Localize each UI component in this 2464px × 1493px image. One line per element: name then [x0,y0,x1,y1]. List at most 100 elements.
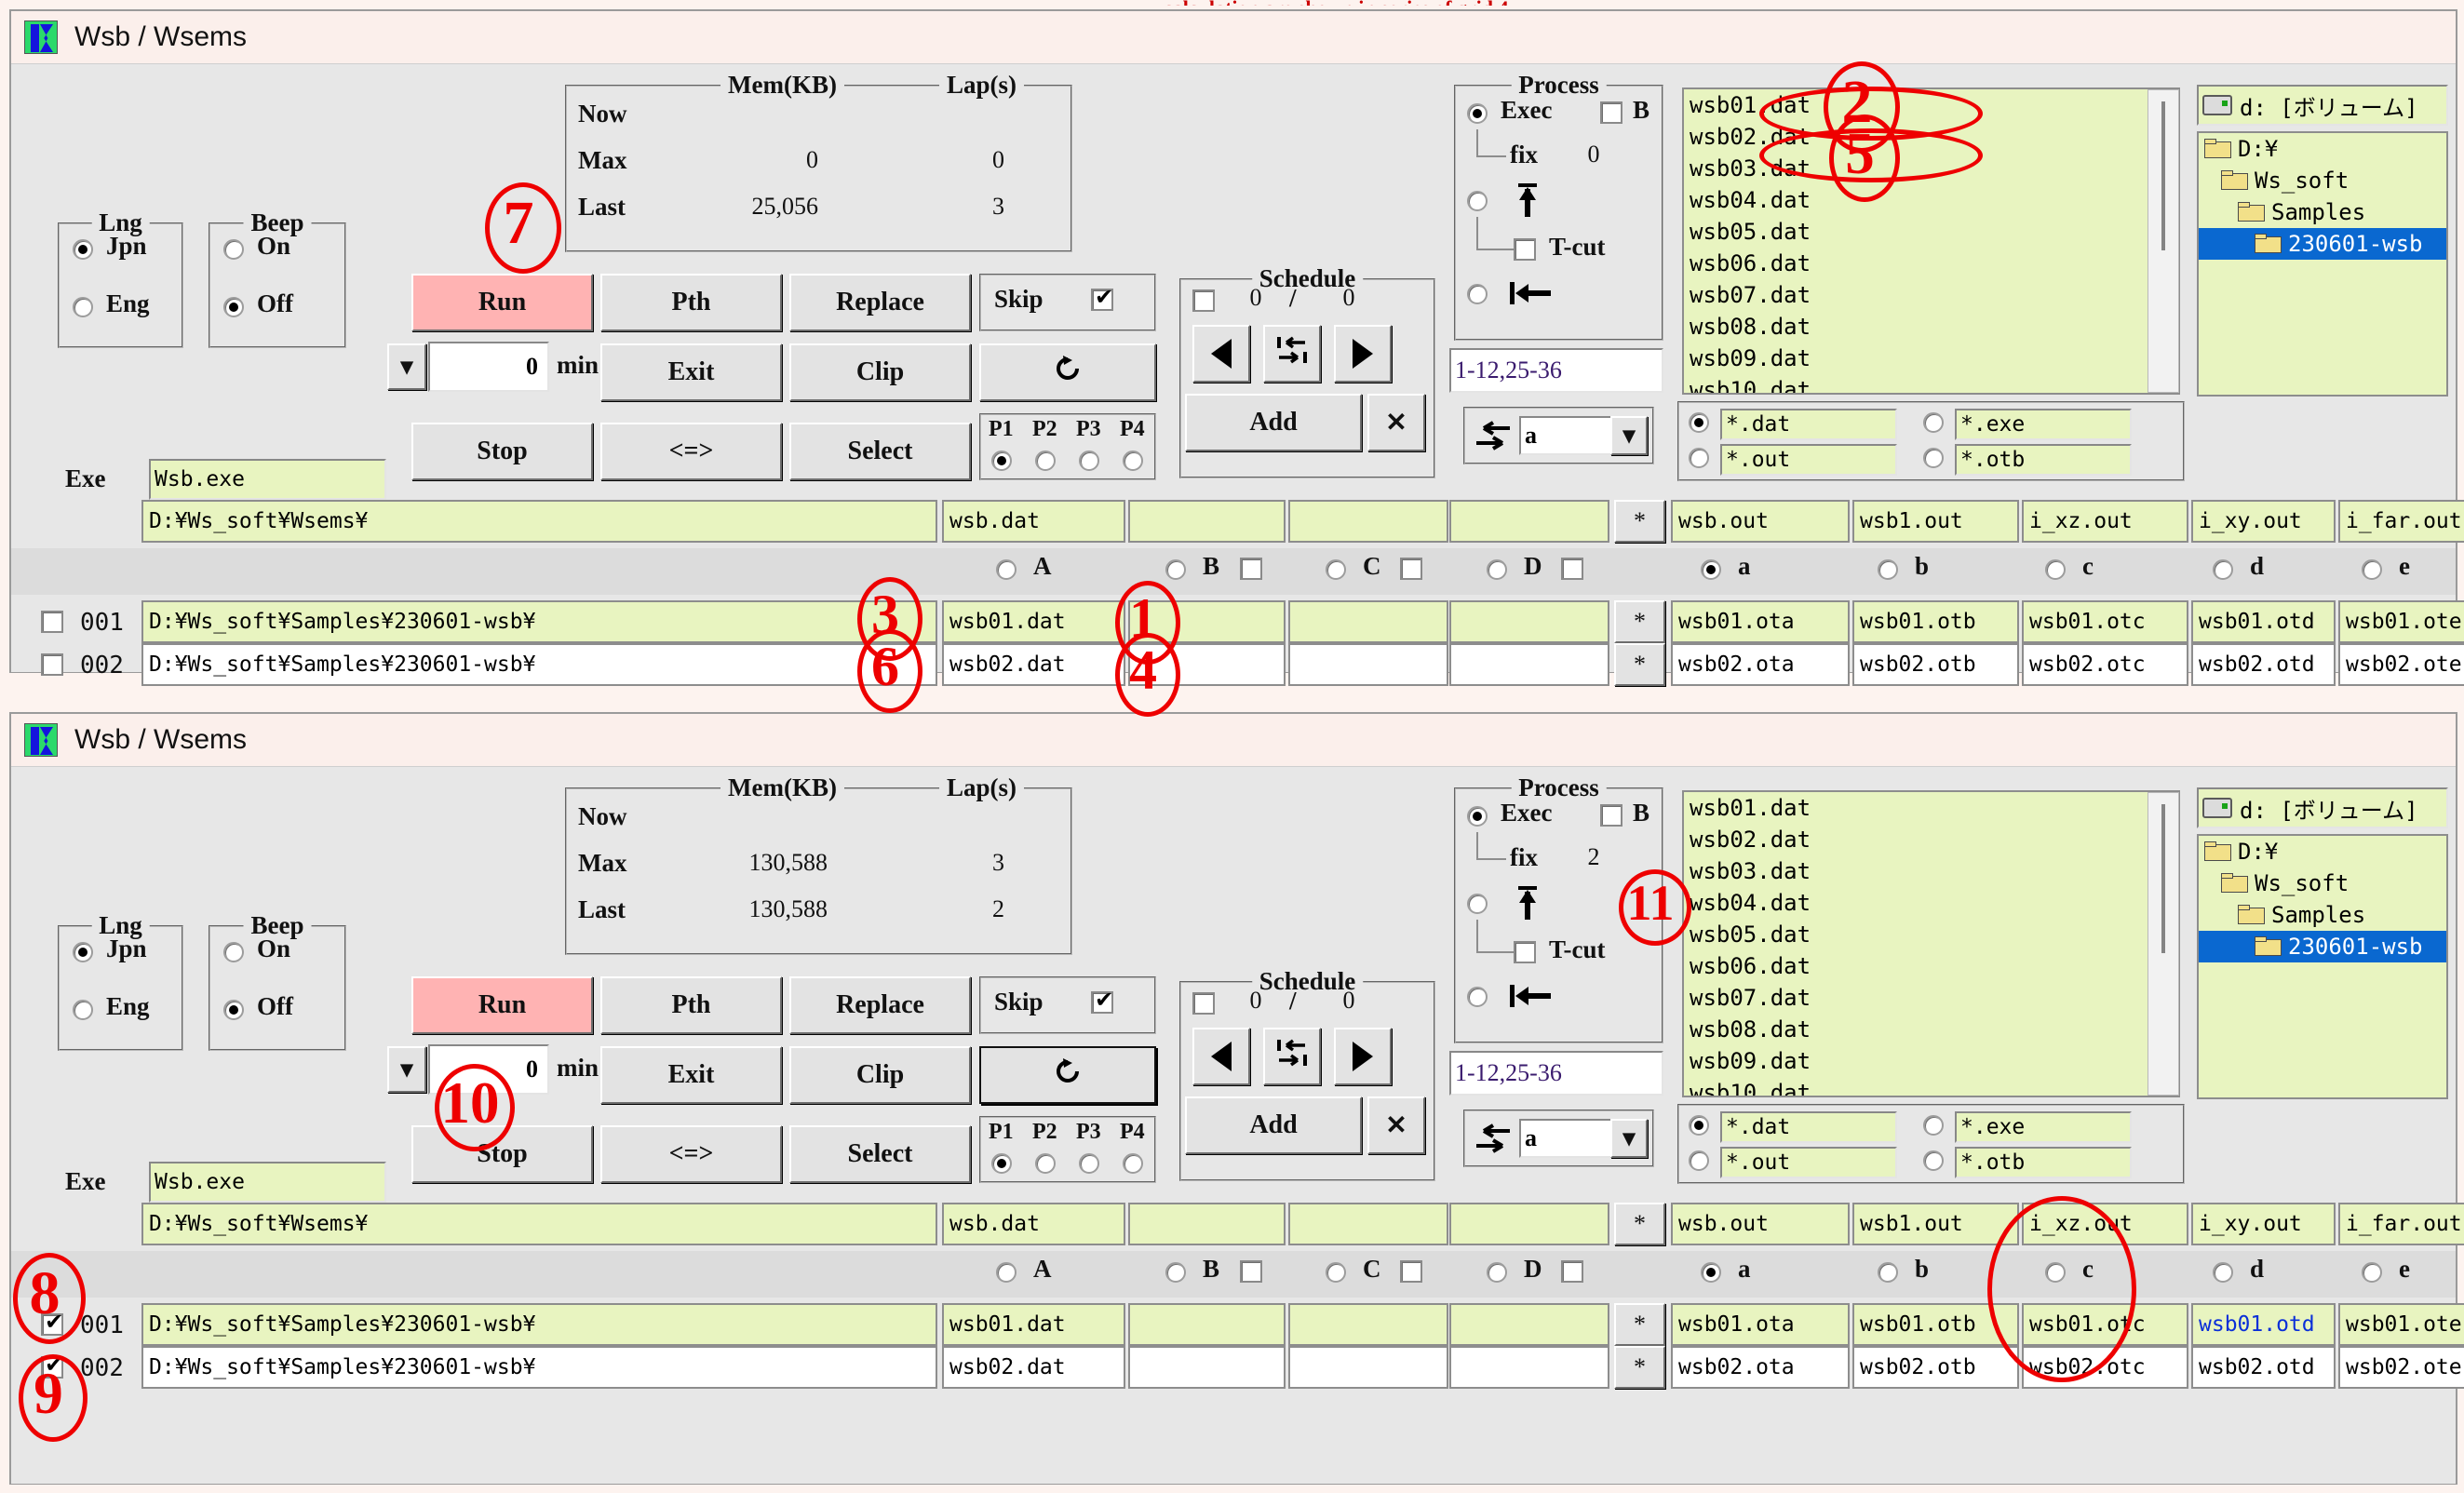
row-path-cell-bottom[interactable]: D:¥Ws_soft¥Samples¥230601-wsb¥ [141,1303,937,1346]
row-output-cell-1[interactable]: wsb02.otb [1852,643,2019,686]
row-output-cell-1-bottom[interactable]: wsb02.otb [1852,1346,2019,1389]
file-list-item[interactable]: wsb03.dat [1684,153,2178,184]
drive-selector[interactable]: d: [ボリューム] [2197,85,2448,126]
process-range-input[interactable]: 1-12,25-36 [1449,348,1663,393]
beep-radio-on-bottom[interactable] [223,942,244,962]
template-output-cell-4[interactable]: i_far.out [2338,500,2464,543]
row-star-button-bottom[interactable]: * [1614,1303,1665,1346]
filter-radio-out-bottom[interactable] [1689,1150,1709,1171]
process-mode-exec-radio-bottom[interactable] [1467,806,1488,827]
filter-input-out-bottom[interactable]: *.out [1720,1147,1897,1178]
template-output-cell-1[interactable]: wsb1.out [1852,500,2019,543]
select-button-bottom[interactable]: Select [789,1125,971,1183]
filter-radio-out[interactable] [1689,448,1709,468]
select-button[interactable]: Select [789,423,971,480]
row-output-cell-4-bottom[interactable]: wsb02.ote [2338,1346,2464,1389]
template-input-cell-1-bottom[interactable] [1128,1203,1286,1245]
template-input-cell-0-bottom[interactable]: wsb.dat [942,1203,1125,1245]
schedule-next-button-bottom[interactable] [1334,1028,1392,1085]
pset-radio-p1-bottom[interactable] [991,1153,1012,1174]
tree-node-bottom[interactable]: 230601-wsb [2199,931,2446,962]
input-col-checkbox-b[interactable] [1240,558,1262,580]
template-input-cell-1[interactable] [1128,500,1286,543]
row-output-cell-4[interactable]: wsb02.ote [2338,643,2464,686]
exit-button-bottom[interactable]: Exit [600,1046,782,1104]
row-star-button-bottom[interactable]: * [1614,1346,1665,1389]
input-col-radio-c[interactable] [1326,559,1346,580]
row-checkbox-bottom[interactable] [41,1309,63,1336]
replace-button[interactable]: Replace [789,274,971,331]
exchange-combo-dropdown-bottom[interactable]: ▾ [1610,1119,1648,1158]
exchange-combo-value[interactable]: a [1519,416,1612,455]
template-output-cell-2[interactable]: i_xz.out [2022,500,2188,543]
process-tcut-checkbox[interactable] [1514,238,1536,261]
row-output-cell-4-bottom[interactable]: wsb01.ote [2338,1303,2464,1346]
row-input-cell-3-bottom[interactable] [1449,1346,1609,1389]
lng-radio-eng[interactable] [73,297,93,317]
schedule-prev-button-bottom[interactable] [1192,1028,1250,1085]
filter-input-out[interactable]: *.out [1720,444,1897,476]
process-b-checkbox-bottom[interactable] [1600,804,1622,827]
filter-input-dat-bottom[interactable]: *.dat [1720,1111,1897,1143]
output-col-radio-a-bottom[interactable] [1701,1262,1721,1283]
template-path-cell-bottom[interactable]: D:¥Ws_soft¥Wsems¥ [141,1203,937,1245]
row-input-cell-1-bottom[interactable] [1128,1303,1286,1346]
process-mode-home-radio-bottom[interactable] [1467,987,1488,1007]
file-list-item-bottom[interactable]: wsb08.dat [1684,1014,2178,1045]
input-col-radio-c-bottom[interactable] [1326,1262,1346,1283]
row-input-cell-2[interactable] [1288,643,1448,686]
template-output-cell-3-bottom[interactable]: i_xy.out [2191,1203,2336,1245]
schedule-next-button[interactable] [1334,325,1392,383]
row-output-cell-2-bottom[interactable]: wsb02.otc [2022,1346,2188,1389]
output-col-radio-e-bottom[interactable] [2362,1262,2382,1283]
schedule-prev-button[interactable] [1192,325,1250,383]
template-input-cell-0[interactable]: wsb.dat [942,500,1125,543]
drive-selector-bottom[interactable]: d: [ボリューム] [2197,787,2448,828]
row-output-cell-0-bottom[interactable]: wsb02.ota [1671,1346,1850,1389]
exit-button[interactable]: Exit [600,343,782,401]
beep-radio-off-bottom[interactable] [223,1000,244,1020]
pset-radio-p3-bottom[interactable] [1079,1153,1099,1174]
file-list-item[interactable]: wsb04.dat [1684,184,2178,216]
pset-radio-p4-bottom[interactable] [1123,1153,1143,1174]
exe-input-bottom[interactable]: Wsb.exe [149,1162,386,1203]
row-input-cell-0[interactable]: wsb02.dat [942,643,1125,686]
process-tcut-checkbox-bottom[interactable] [1514,941,1536,963]
row-input-cell-1[interactable] [1128,643,1286,686]
exe-input[interactable]: Wsb.exe [149,459,386,500]
schedule-add-button[interactable]: Add [1185,394,1362,451]
schedule-reset-button-bottom[interactable] [1263,1028,1321,1085]
exchange-combo-value-bottom[interactable]: a [1519,1119,1612,1158]
template-star-button[interactable]: * [1614,500,1665,543]
beep-radio-on[interactable] [223,239,244,260]
schedule-checkbox-bottom[interactable] [1192,992,1215,1015]
filter-input-otb[interactable]: *.otb [1955,444,2132,476]
file-list-item[interactable]: wsb05.dat [1684,216,2178,248]
row-output-cell-4[interactable]: wsb01.ote [2338,600,2464,643]
process-mode-up-radio-bottom[interactable] [1467,894,1488,914]
file-list-item-bottom[interactable]: wsb04.dat [1684,887,2178,919]
row-input-cell-3[interactable] [1449,600,1609,643]
tree-node-bottom[interactable]: Samples [2199,899,2446,931]
output-col-radio-e[interactable] [2362,559,2382,580]
file-list-item[interactable]: wsb07.dat [1684,279,2178,311]
row-input-cell-2-bottom[interactable] [1288,1346,1448,1389]
filter-radio-exe-bottom[interactable] [1923,1115,1944,1136]
filter-input-otb-bottom[interactable]: *.otb [1955,1147,2132,1178]
row-output-cell-3-bottom[interactable]: wsb01.otd [2191,1303,2336,1346]
row-output-cell-0[interactable]: wsb02.ota [1671,643,1850,686]
refresh-button-bottom[interactable] [979,1046,1156,1104]
stop-button[interactable]: Stop [411,423,593,480]
process-b-checkbox[interactable] [1600,101,1622,124]
template-input-cell-2-bottom[interactable] [1288,1203,1448,1245]
lng-radio-jpn[interactable] [73,239,93,260]
row-input-cell-2[interactable] [1288,600,1448,643]
row-input-cell-3[interactable] [1449,643,1609,686]
file-list-item[interactable]: wsb08.dat [1684,311,2178,343]
row-output-cell-2[interactable]: wsb01.otc [2022,600,2188,643]
skip-checkbox-bottom[interactable] [1091,987,1113,1014]
file-list-item[interactable]: wsb01.dat [1684,89,2178,121]
input-col-radio-b-bottom[interactable] [1165,1262,1186,1283]
folder-tree-bottom[interactable]: D:¥ Ws_soft Samples 230601-wsb [2197,834,2448,1099]
run-button-bottom[interactable]: Run [411,976,593,1034]
